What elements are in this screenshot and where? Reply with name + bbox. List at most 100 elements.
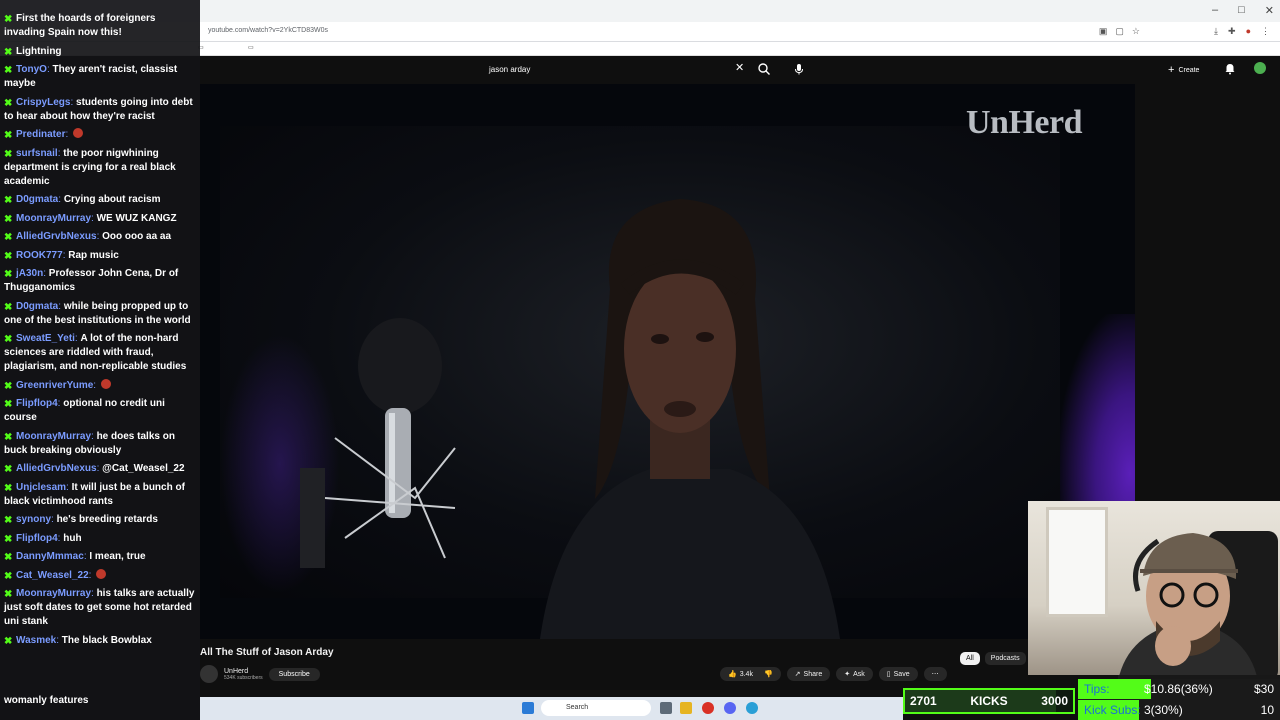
bookmark-star-icon[interactable]: ☆ (1132, 26, 1140, 37)
cast-icon[interactable]: ▢ (1115, 26, 1124, 37)
chat-message: ✖ TonyO: They aren't racist, classist may… (4, 63, 196, 91)
chat-separator: : (65, 129, 72, 140)
discord-icon[interactable] (724, 702, 736, 714)
chat-username[interactable]: MoonrayMurray (16, 213, 91, 224)
save-label: Save (893, 670, 910, 678)
kick-badge-icon: ✖ (4, 533, 13, 545)
chat-username[interactable]: DannyMmmac (16, 551, 84, 562)
extension-icons: ⤓ ✚ ● ⋮ (1214, 26, 1270, 37)
chat-text: @Cat_Weasel_22 (102, 463, 185, 474)
ask-button[interactable]: ✦ Ask (836, 667, 873, 681)
chat-username[interactable]: synony (16, 514, 51, 525)
chat-username[interactable]: MoonrayMurray (16, 431, 91, 442)
chat-username[interactable]: ROOK777 (16, 250, 63, 261)
channel-avatar[interactable] (200, 665, 218, 683)
profile-icon[interactable]: ● (1246, 26, 1251, 37)
chat-username[interactable]: MoonrayMurray (16, 588, 91, 599)
start-menu-icon[interactable] (522, 702, 534, 714)
task-view-icon[interactable] (660, 702, 672, 714)
chat-username[interactable]: Unjclesam (16, 482, 66, 493)
chat-username[interactable]: Flipflop4 (16, 533, 58, 544)
kick-badge-icon: ✖ (4, 570, 13, 582)
share-button[interactable]: ↗ Share (786, 667, 831, 681)
kick-badge-icon: ✖ (4, 97, 13, 109)
file-explorer-icon[interactable] (680, 702, 692, 714)
chat-text: The black Bowblax (61, 634, 152, 646)
kicks-goal-bar: 2701 KICKS 3000 (903, 688, 1075, 714)
chat-message: ✖ Cat_Weasel_22: (4, 568, 196, 583)
clear-search-icon[interactable]: ✕ (735, 63, 744, 74)
create-button[interactable]: + Create (1168, 62, 1199, 78)
chat-username[interactable]: GreenriverYume (16, 380, 93, 391)
browser-menu-icon[interactable]: ⋮ (1261, 26, 1270, 37)
chat-username[interactable]: SweatE_Yeti (16, 333, 75, 344)
kick-badge-icon: ✖ (4, 14, 13, 25)
microphone-icon[interactable] (792, 62, 806, 76)
chat-message: ✖ SweatE_Yeti: A lot of the non-hard scie… (4, 332, 196, 374)
chat-message: ✖ MoonrayMurray: he does talks on buck br… (4, 430, 196, 458)
plus-icon: + (1168, 64, 1175, 76)
url-text[interactable]: youtube.com/watch?v=2YkCTD83W0s (208, 27, 328, 34)
thumbs-up-icon: 👍 (728, 671, 737, 678)
search-icon[interactable] (757, 62, 771, 76)
chat-username[interactable]: D0gmata (16, 301, 58, 312)
chat-overlay: ✖ First the hoards of foreigners invading… (0, 0, 200, 720)
chat-message: ✖ surfsnail: the poor nigwhining departme… (4, 147, 196, 189)
chat-message: ✖ Lightning (4, 45, 196, 59)
thumbs-down-icon[interactable]: 👎 (764, 670, 773, 678)
chat-text: First the hoards of foreigners invading … (4, 13, 156, 38)
bookmark-folder-icon[interactable]: ▭ (248, 44, 254, 51)
kicks-label: KICKS (970, 694, 1008, 708)
app-icon[interactable] (746, 702, 758, 714)
download-icon[interactable]: ⤓ (1214, 26, 1218, 37)
chat-username[interactable]: jA30n (16, 268, 43, 279)
chat-username[interactable]: TonyO (16, 64, 47, 75)
chat-username[interactable]: Predinater (16, 129, 65, 140)
notifications-bell-icon[interactable] (1224, 63, 1236, 75)
bookmark-icon: ▯ (886, 671, 891, 678)
subscribe-button[interactable]: Subscribe (268, 667, 320, 681)
chat-username[interactable]: AlliedGrvbNexus (16, 463, 97, 474)
search-input[interactable]: jason arday (480, 60, 750, 80)
address-bar-icons: ▣ ▢ ☆ (1099, 26, 1140, 37)
windows-taskbar: Search (200, 697, 903, 720)
screen: – □ ✕ youtube.com/watch?v=2YkCTD83W0s ▣ … (0, 0, 1280, 720)
chat-separator: : (88, 569, 95, 581)
install-app-icon[interactable]: ▣ (1099, 26, 1108, 37)
youtube-header: jason arday ✕ + Create (200, 56, 1280, 84)
chat-username[interactable]: AlliedGrvbNexus (16, 231, 97, 242)
more-actions-button[interactable]: ⋯ (923, 667, 947, 681)
chip-podcasts[interactable]: Podcasts (984, 652, 1026, 665)
channel-name[interactable]: UnHerd (224, 668, 263, 675)
taskbar-search[interactable]: Search (541, 700, 651, 716)
minimize-button[interactable]: – (1212, 4, 1218, 17)
close-window-button[interactable]: ✕ (1265, 4, 1274, 17)
save-button[interactable]: ▯ Save (878, 667, 918, 681)
kick-badge-icon: ✖ (4, 301, 13, 313)
chat-message: ✖ Flipflop4: huh (4, 532, 196, 546)
kick-badge-icon: ✖ (4, 232, 13, 243)
video-player[interactable]: UnHerd (200, 84, 1135, 639)
tips-value: $10.86(36%) (1144, 682, 1213, 696)
chrome-icon[interactable] (702, 702, 714, 714)
chat-username[interactable]: D0gmata (16, 194, 58, 205)
extensions-icon[interactable]: ✚ (1228, 26, 1236, 37)
kicks-target: 3000 (1041, 694, 1068, 708)
chat-message: ✖ Flipflop4: optional no credit uni cours… (4, 397, 196, 425)
chat-text: huh (63, 532, 82, 544)
chat-username[interactable]: Cat_Weasel_22 (16, 570, 89, 581)
chat-username[interactable]: CrispyLegs (16, 97, 70, 108)
chat-text: I mean, true (89, 551, 146, 562)
chat-username[interactable]: surfsnail (16, 148, 58, 159)
video-actions: 👍 3.4k 👎 ↗ Share ✦ Ask ▯ Save ⋯ (720, 667, 947, 681)
chip-all[interactable]: All (960, 652, 980, 665)
chat-username[interactable]: Wasmek (16, 635, 56, 646)
account-avatar[interactable] (1254, 62, 1266, 74)
maximize-button[interactable]: □ (1238, 4, 1245, 17)
like-button[interactable]: 👍 3.4k 👎 (720, 667, 781, 681)
channel-meta: UnHerd 534K subscribers (224, 668, 263, 681)
chat-message: ✖ Wasmek: The black Bowblax (4, 634, 196, 648)
chat-message: ✖ MoonrayMurray: his talks are actually j… (4, 587, 196, 629)
chat-username[interactable]: Flipflop4 (16, 398, 58, 409)
chat-message: ✖ AlliedGrvbNexus: Ooo ooo aa aa (4, 230, 196, 244)
